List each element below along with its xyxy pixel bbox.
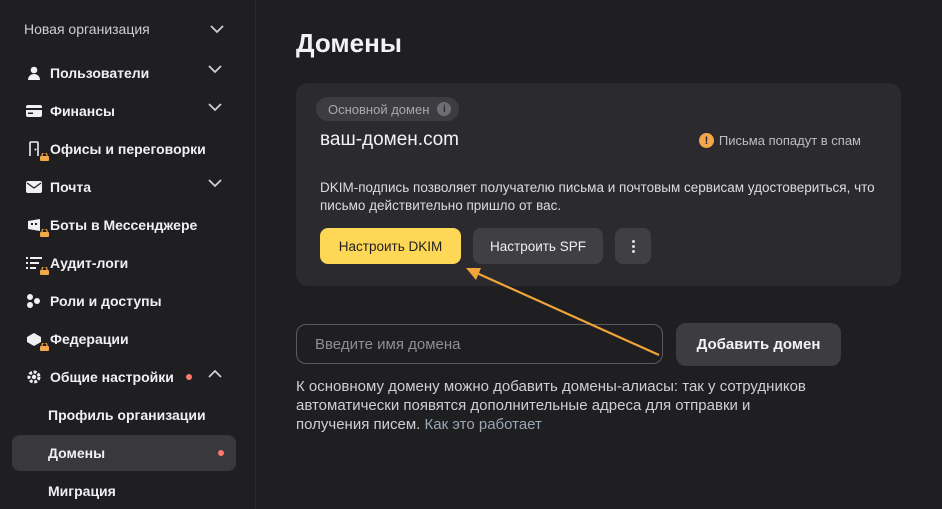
sidebar-item-label: Боты в Мессенджере [50,217,198,233]
lock-icon [40,153,49,161]
page-title: Домены [296,28,402,58]
dot-icon [631,239,635,243]
dot-icon [631,244,635,248]
federation-icon [22,329,49,351]
notification-dot [218,450,224,456]
sidebar-item-finance[interactable]: Финансы [12,93,236,129]
user-icon [22,63,46,83]
sidebar-item-offices[interactable]: Офисы и переговорки [12,131,236,167]
spam-warning: ! Письма попадут в спам [698,133,861,148]
sidebar-item-roles[interactable]: Роли и доступы [12,283,236,319]
sidebar-item-label: Федерации [50,331,129,347]
sidebar-item-label: Офисы и переговорки [50,141,206,157]
setup-dkim-button[interactable]: Настроить DKIM [320,228,461,264]
sidebar-item-migration[interactable]: Миграция [12,473,236,509]
help-text: К основному домену можно добавить домены… [296,377,816,434]
domain-name: ваш-домен.com [320,129,459,150]
sidebar-item-federations[interactable]: Федерации [12,321,236,357]
org-name: Новая организация [24,21,150,37]
warning-icon: ! [698,133,714,148]
primary-domain-badge: Основной домен i [316,97,460,121]
sidebar-item-bots[interactable]: Боты в Мессенджере [12,207,236,243]
sidebar-item-label: Роли и доступы [50,293,162,309]
lock-icon [40,343,49,351]
sidebar-item-general-settings[interactable]: Общие настройки [12,359,236,395]
sidebar-item-mail[interactable]: Почта [12,169,236,205]
list-icon [22,253,49,275]
domain-name-input[interactable]: Введите имя домена [296,324,663,364]
dot-icon [631,249,635,253]
notification-dot [186,374,192,380]
lock-icon [40,267,49,275]
door-icon [22,139,49,161]
chevron-down-icon [210,24,224,33]
lock-icon [40,229,49,237]
sidebar-item-label: Пользователи [50,65,150,81]
dkim-description: DKIM-подпись позволяет получателю письма… [320,180,875,213]
sidebar-item-label: Общие настройки [50,369,174,385]
how-it-works-link[interactable]: Как это работает [425,416,542,433]
help-text-body: К основному домену можно добавить домены… [296,378,806,433]
setup-spf-button[interactable]: Настроить SPF [473,228,603,264]
sidebar-item-domains[interactable]: Домены [12,435,236,471]
badge-label: Основной домен [328,101,430,117]
chevron-down-icon [208,65,222,74]
chevron-down-icon [208,103,222,112]
chevron-up-icon [208,369,222,378]
chevron-down-icon [208,179,222,188]
sidebar-item-label: Почта [50,179,92,195]
more-options-button[interactable] [615,228,651,264]
gear-icon [22,367,46,387]
sidebar-item-org-profile[interactable]: Профиль организации [12,397,236,433]
roles-icon [22,291,46,311]
sidebar-item-label: Профиль организации [48,407,206,423]
sidebar-item-audit-logs[interactable]: Аудит-логи [12,245,236,281]
envelope-icon [22,177,46,197]
add-domain-button[interactable]: Добавить домен [676,323,841,366]
spam-warning-text: Письма попадут в спам [718,133,861,148]
card-icon [22,101,46,121]
bot-icon [22,215,49,237]
sidebar-item-label: Аудит-логи [50,255,129,271]
sidebar: Новая организация Пользователи Финансы О… [0,0,256,509]
sidebar-item-label: Домены [48,445,106,461]
domain-card: Основной домен i ваш-домен.com ! Письма … [296,83,901,286]
sidebar-item-users[interactable]: Пользователи [12,55,236,91]
app-root: Новая организация Пользователи Финансы О… [0,0,942,509]
org-switcher[interactable]: Новая организация [24,18,224,40]
sidebar-item-label: Финансы [50,103,115,119]
info-icon[interactable]: i [437,102,452,116]
sidebar-item-label: Миграция [48,483,116,499]
